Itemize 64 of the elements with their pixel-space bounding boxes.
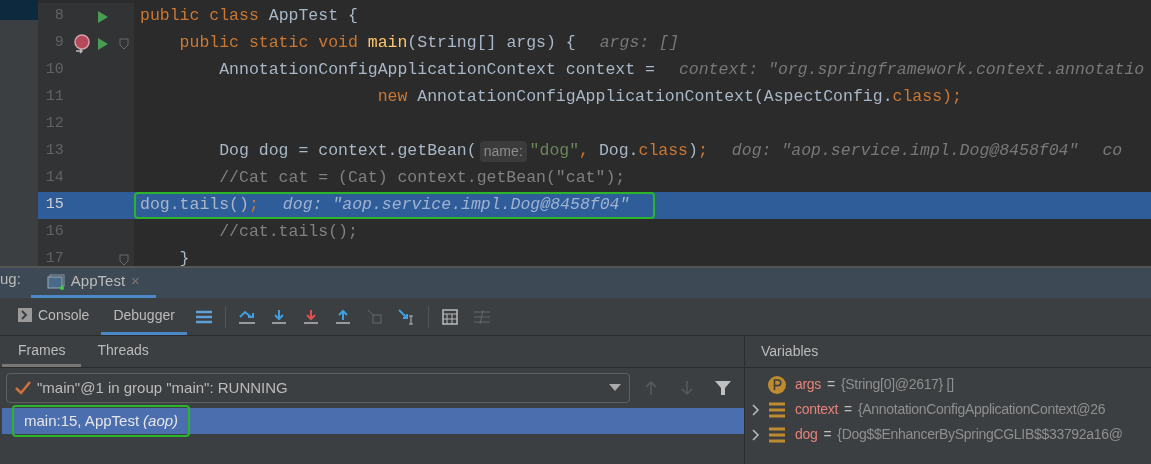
code-token: //Cat cat = (Cat) context.getBean("cat"); <box>218 167 626 190</box>
equals-sign: = <box>823 425 832 444</box>
variable-row[interactable]: args = {String[0]@2617} [] <box>745 372 1151 397</box>
code-token: dog.tails() <box>140 194 249 217</box>
code-token: AnnotationConfigApplicationContext(AspectConfig. <box>417 86 893 109</box>
inline-value-hint: dog: "aop.service.impl.Dog@8458f04" <box>731 140 1079 163</box>
frame-row[interactable]: main:15, AppTest (aop) <box>2 408 744 434</box>
equals-sign: = <box>827 375 835 394</box>
code-token: class <box>638 140 689 163</box>
window-icon <box>46 273 65 290</box>
panel-tab[interactable]: Frames <box>2 336 82 367</box>
code-token: Dog dog = context.getBean( <box>218 140 477 163</box>
field-icon <box>769 401 785 418</box>
method-breakpoint-icon[interactable] <box>72 33 91 54</box>
code-token: ; <box>248 194 259 217</box>
equals-sign: = <box>844 400 852 419</box>
code-token: "dog" <box>529 140 580 163</box>
code-token: ) <box>688 140 698 163</box>
code-token: public static void <box>178 32 359 55</box>
variable-value: {String[0]@2617} [] <box>840 375 954 394</box>
inline-value-hint: args: [] <box>599 32 679 55</box>
code-token: //cat.tails(); <box>218 221 358 244</box>
debug-label: ug: <box>0 268 21 289</box>
variable-name: args <box>795 375 822 394</box>
code-token: class <box>892 86 943 109</box>
code-token: } <box>178 248 190 271</box>
thread-dropdown[interactable]: "main"@1 in group "main": RUNNING <box>6 373 631 403</box>
panel-tab[interactable]: Threads <box>81 336 165 367</box>
variable-name: dog <box>795 425 818 444</box>
variable-row[interactable]: dog = {Dog$$EnhancerBySpringCGLIB$$33792a16@ <box>745 422 1151 447</box>
inline-value-hint: dog: "aop.service.impl.Dog@8458f04" <box>282 194 630 217</box>
variable-value: {AnnotationConfigApplicationContext@26 <box>857 400 1106 419</box>
run-icon[interactable] <box>97 9 110 24</box>
frame-package: (aop) <box>143 410 179 431</box>
frame-location: main:15, AppTest <box>24 410 140 431</box>
fold-icon[interactable] <box>119 37 130 50</box>
chevron-right-icon[interactable] <box>752 403 760 416</box>
parameter-icon <box>768 375 786 394</box>
terminal-icon <box>18 308 32 322</box>
code-token: public class <box>140 5 260 28</box>
code-token: Dog. <box>598 140 639 163</box>
parameter-hint: name: <box>479 141 527 162</box>
code-token: ); <box>942 86 962 109</box>
variable-row[interactable]: context = {AnnotationConfigApplicationContext@26 <box>745 397 1151 422</box>
toolbar-tab[interactable]: Console <box>6 298 102 335</box>
code-token: main <box>367 32 408 55</box>
field-icon <box>769 426 785 443</box>
inline-value-hint: co <box>1102 140 1123 163</box>
variable-name: context <box>795 400 839 419</box>
variable-value: {Dog$$EnhancerBySpringCGLIB$$33792a16@ <box>837 425 1123 444</box>
chevron-right-icon[interactable] <box>752 428 760 441</box>
line-number: 15 <box>44 195 64 216</box>
code-token: new <box>376 86 409 109</box>
checkmark-icon <box>15 381 31 395</box>
inline-value-hint: context: "org.springframework.context.annotatio <box>678 59 1145 82</box>
code-token: ; <box>697 140 708 163</box>
code-token: , <box>579 140 590 163</box>
code-token: (String[] args) { <box>407 32 576 55</box>
fold-icon[interactable] <box>119 253 130 266</box>
code-token: AnnotationConfigApplicationContext context = <box>218 59 655 82</box>
run-icon[interactable] <box>97 36 110 51</box>
code-token: AppTest { <box>268 5 358 28</box>
panel-title: Variables <box>761 342 819 361</box>
caret-icon <box>609 384 622 392</box>
